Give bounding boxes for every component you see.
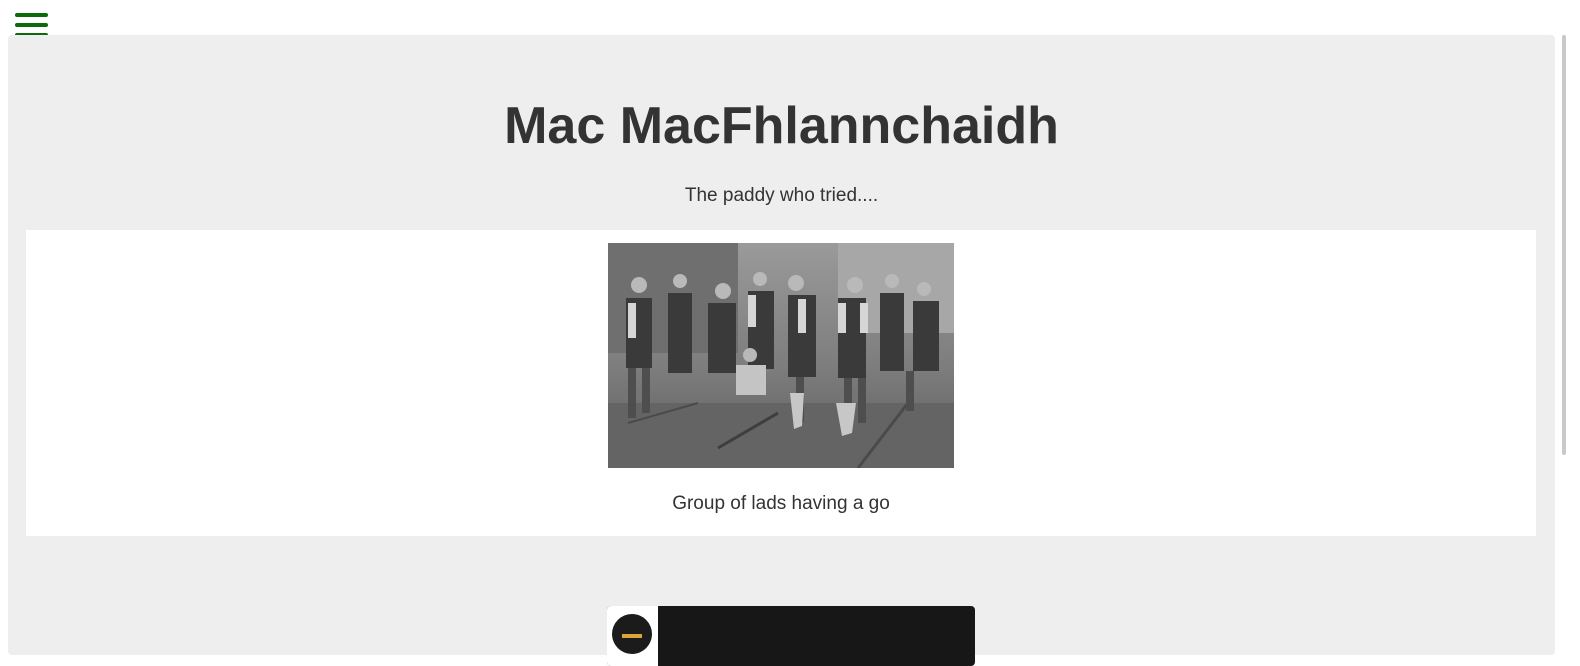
group-photo [608, 243, 954, 468]
hero-section: Mac MacFhlannchaidh The paddy who tried.… [8, 35, 1555, 666]
group-photo-illustration [608, 243, 954, 468]
page-subtitle: The paddy who tried.... [684, 185, 879, 206]
featured-image-card: Group of lads having a go [26, 230, 1536, 536]
image-caption: Group of lads having a go [672, 493, 890, 514]
avatar [612, 614, 652, 654]
scrollbar[interactable] [1562, 35, 1566, 455]
menu-bar [15, 13, 48, 17]
audio-player-embed[interactable] [607, 606, 975, 666]
page-title: Mac MacFhlannchaidh [504, 97, 1059, 155]
menu-bar [15, 23, 48, 27]
player-thumbnail [607, 606, 658, 666]
